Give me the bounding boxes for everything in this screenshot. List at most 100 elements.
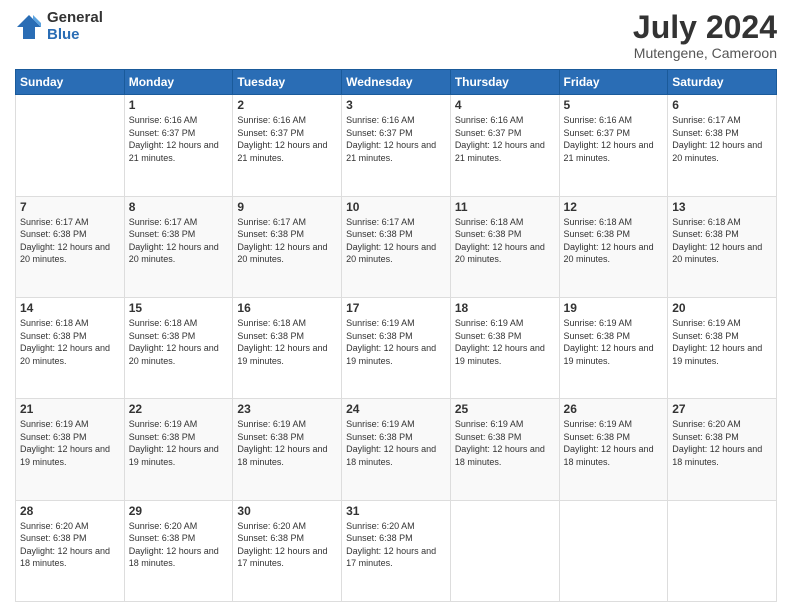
calendar-cell: 29 Sunrise: 6:20 AMSunset: 6:38 PMDaylig…: [124, 500, 233, 601]
day-info: Sunrise: 6:17 AMSunset: 6:38 PMDaylight:…: [20, 217, 110, 265]
day-number: 28: [20, 504, 120, 518]
day-number: 25: [455, 402, 555, 416]
calendar-cell: [450, 500, 559, 601]
calendar-cell: 1 Sunrise: 6:16 AMSunset: 6:37 PMDayligh…: [124, 95, 233, 196]
day-number: 5: [564, 98, 664, 112]
calendar-cell: 2 Sunrise: 6:16 AMSunset: 6:37 PMDayligh…: [233, 95, 342, 196]
day-number: 2: [237, 98, 337, 112]
calendar-week-2: 14 Sunrise: 6:18 AMSunset: 6:38 PMDaylig…: [16, 297, 777, 398]
day-info: Sunrise: 6:18 AMSunset: 6:38 PMDaylight:…: [20, 318, 110, 366]
col-thursday: Thursday: [450, 70, 559, 95]
logo-general-text: General: [47, 10, 103, 27]
day-info: Sunrise: 6:20 AMSunset: 6:38 PMDaylight:…: [237, 521, 327, 569]
day-number: 15: [129, 301, 229, 315]
header: General Blue July 2024 Mutengene, Camero…: [15, 10, 777, 61]
day-info: Sunrise: 6:19 AMSunset: 6:38 PMDaylight:…: [20, 419, 110, 467]
calendar-cell: 10 Sunrise: 6:17 AMSunset: 6:38 PMDaylig…: [342, 196, 451, 297]
day-info: Sunrise: 6:20 AMSunset: 6:38 PMDaylight:…: [346, 521, 436, 569]
day-info: Sunrise: 6:18 AMSunset: 6:38 PMDaylight:…: [672, 217, 762, 265]
day-number: 21: [20, 402, 120, 416]
calendar-cell: 30 Sunrise: 6:20 AMSunset: 6:38 PMDaylig…: [233, 500, 342, 601]
col-wednesday: Wednesday: [342, 70, 451, 95]
day-number: 22: [129, 402, 229, 416]
day-info: Sunrise: 6:18 AMSunset: 6:38 PMDaylight:…: [564, 217, 654, 265]
calendar-cell: 15 Sunrise: 6:18 AMSunset: 6:38 PMDaylig…: [124, 297, 233, 398]
day-info: Sunrise: 6:19 AMSunset: 6:38 PMDaylight:…: [237, 419, 327, 467]
day-number: 1: [129, 98, 229, 112]
calendar-cell: 18 Sunrise: 6:19 AMSunset: 6:38 PMDaylig…: [450, 297, 559, 398]
day-info: Sunrise: 6:18 AMSunset: 6:38 PMDaylight:…: [129, 318, 219, 366]
day-info: Sunrise: 6:17 AMSunset: 6:38 PMDaylight:…: [129, 217, 219, 265]
day-number: 29: [129, 504, 229, 518]
col-sunday: Sunday: [16, 70, 125, 95]
logo-icon: [15, 13, 43, 41]
calendar-cell: 20 Sunrise: 6:19 AMSunset: 6:38 PMDaylig…: [668, 297, 777, 398]
day-number: 12: [564, 200, 664, 214]
day-number: 27: [672, 402, 772, 416]
day-info: Sunrise: 6:19 AMSunset: 6:38 PMDaylight:…: [564, 318, 654, 366]
logo-text: General Blue: [47, 10, 103, 43]
calendar-cell: 9 Sunrise: 6:17 AMSunset: 6:38 PMDayligh…: [233, 196, 342, 297]
calendar-cell: 16 Sunrise: 6:18 AMSunset: 6:38 PMDaylig…: [233, 297, 342, 398]
calendar-header-row: Sunday Monday Tuesday Wednesday Thursday…: [16, 70, 777, 95]
day-info: Sunrise: 6:16 AMSunset: 6:37 PMDaylight:…: [346, 115, 436, 163]
day-info: Sunrise: 6:17 AMSunset: 6:38 PMDaylight:…: [237, 217, 327, 265]
calendar-cell: 28 Sunrise: 6:20 AMSunset: 6:38 PMDaylig…: [16, 500, 125, 601]
calendar-cell: [16, 95, 125, 196]
col-friday: Friday: [559, 70, 668, 95]
day-info: Sunrise: 6:19 AMSunset: 6:38 PMDaylight:…: [564, 419, 654, 467]
col-tuesday: Tuesday: [233, 70, 342, 95]
day-number: 20: [672, 301, 772, 315]
day-info: Sunrise: 6:19 AMSunset: 6:38 PMDaylight:…: [129, 419, 219, 467]
day-info: Sunrise: 6:19 AMSunset: 6:38 PMDaylight:…: [346, 419, 436, 467]
day-number: 16: [237, 301, 337, 315]
calendar-cell: [668, 500, 777, 601]
day-info: Sunrise: 6:18 AMSunset: 6:38 PMDaylight:…: [237, 318, 327, 366]
calendar-cell: 7 Sunrise: 6:17 AMSunset: 6:38 PMDayligh…: [16, 196, 125, 297]
day-info: Sunrise: 6:19 AMSunset: 6:38 PMDaylight:…: [346, 318, 436, 366]
day-number: 8: [129, 200, 229, 214]
calendar-cell: 25 Sunrise: 6:19 AMSunset: 6:38 PMDaylig…: [450, 399, 559, 500]
day-info: Sunrise: 6:16 AMSunset: 6:37 PMDaylight:…: [564, 115, 654, 163]
calendar-cell: 4 Sunrise: 6:16 AMSunset: 6:37 PMDayligh…: [450, 95, 559, 196]
calendar-cell: 26 Sunrise: 6:19 AMSunset: 6:38 PMDaylig…: [559, 399, 668, 500]
calendar-cell: 19 Sunrise: 6:19 AMSunset: 6:38 PMDaylig…: [559, 297, 668, 398]
day-number: 10: [346, 200, 446, 214]
day-number: 30: [237, 504, 337, 518]
day-number: 6: [672, 98, 772, 112]
day-number: 26: [564, 402, 664, 416]
day-info: Sunrise: 6:18 AMSunset: 6:38 PMDaylight:…: [455, 217, 545, 265]
calendar-cell: 14 Sunrise: 6:18 AMSunset: 6:38 PMDaylig…: [16, 297, 125, 398]
calendar-week-1: 7 Sunrise: 6:17 AMSunset: 6:38 PMDayligh…: [16, 196, 777, 297]
day-info: Sunrise: 6:19 AMSunset: 6:38 PMDaylight:…: [672, 318, 762, 366]
calendar-cell: 21 Sunrise: 6:19 AMSunset: 6:38 PMDaylig…: [16, 399, 125, 500]
day-info: Sunrise: 6:19 AMSunset: 6:38 PMDaylight:…: [455, 318, 545, 366]
calendar-week-4: 28 Sunrise: 6:20 AMSunset: 6:38 PMDaylig…: [16, 500, 777, 601]
day-info: Sunrise: 6:17 AMSunset: 6:38 PMDaylight:…: [346, 217, 436, 265]
day-number: 18: [455, 301, 555, 315]
calendar-cell: [559, 500, 668, 601]
day-info: Sunrise: 6:20 AMSunset: 6:38 PMDaylight:…: [20, 521, 110, 569]
calendar-table: Sunday Monday Tuesday Wednesday Thursday…: [15, 69, 777, 602]
calendar-cell: 3 Sunrise: 6:16 AMSunset: 6:37 PMDayligh…: [342, 95, 451, 196]
calendar-week-3: 21 Sunrise: 6:19 AMSunset: 6:38 PMDaylig…: [16, 399, 777, 500]
location-text: Mutengene, Cameroon: [633, 45, 777, 61]
month-year-title: July 2024: [633, 10, 777, 45]
day-number: 17: [346, 301, 446, 315]
calendar-cell: 31 Sunrise: 6:20 AMSunset: 6:38 PMDaylig…: [342, 500, 451, 601]
day-info: Sunrise: 6:16 AMSunset: 6:37 PMDaylight:…: [129, 115, 219, 163]
calendar-cell: 27 Sunrise: 6:20 AMSunset: 6:38 PMDaylig…: [668, 399, 777, 500]
day-number: 14: [20, 301, 120, 315]
logo-blue-text: Blue: [47, 27, 103, 44]
day-number: 4: [455, 98, 555, 112]
day-info: Sunrise: 6:16 AMSunset: 6:37 PMDaylight:…: [237, 115, 327, 163]
calendar-cell: 22 Sunrise: 6:19 AMSunset: 6:38 PMDaylig…: [124, 399, 233, 500]
day-number: 24: [346, 402, 446, 416]
day-info: Sunrise: 6:19 AMSunset: 6:38 PMDaylight:…: [455, 419, 545, 467]
day-info: Sunrise: 6:17 AMSunset: 6:38 PMDaylight:…: [672, 115, 762, 163]
calendar-page: General Blue July 2024 Mutengene, Camero…: [0, 0, 792, 612]
logo: General Blue: [15, 10, 103, 43]
calendar-cell: 24 Sunrise: 6:19 AMSunset: 6:38 PMDaylig…: [342, 399, 451, 500]
calendar-week-0: 1 Sunrise: 6:16 AMSunset: 6:37 PMDayligh…: [16, 95, 777, 196]
day-info: Sunrise: 6:16 AMSunset: 6:37 PMDaylight:…: [455, 115, 545, 163]
